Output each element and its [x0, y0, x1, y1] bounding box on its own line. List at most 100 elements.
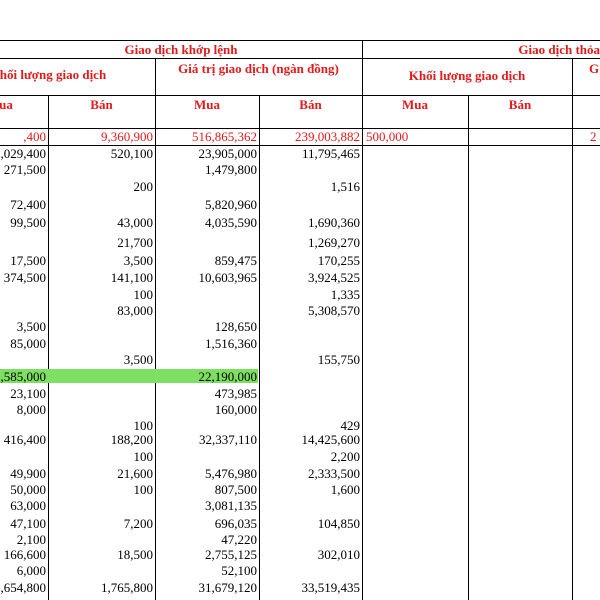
table-cell: 63,000 — [10, 498, 46, 513]
table-cell: 1,765,800 — [101, 580, 153, 595]
table-cell: 429 — [340, 418, 361, 433]
table-cell: 1,690,360 — [308, 215, 360, 230]
table-cell: 3,500 — [123, 253, 153, 268]
table-cell: 18,500 — [117, 547, 153, 562]
spreadsheet: Giao dịch khớp lệnh Giao dịch thỏa t hối… — [0, 0, 600, 600]
table-cell: 33,519,435 — [301, 580, 361, 595]
table-cell: 859,475 — [214, 253, 257, 268]
table-cell: 1,335 — [330, 287, 360, 302]
table-cell: 23,905,000 — [198, 146, 258, 161]
header-sell-value: Bán — [299, 97, 322, 112]
table-cell: 166,600 — [3, 547, 46, 562]
table-cell: 72,400 — [10, 197, 46, 212]
header-sell-volume-agreed: Bán — [508, 97, 532, 112]
table-cell: 302,010 — [317, 547, 360, 562]
table-cell: 3,081,135 — [205, 498, 257, 513]
table-cell: 3,924,525 — [308, 270, 360, 285]
table-cell: 23,100 — [10, 386, 46, 401]
grid-line — [468, 95, 469, 600]
totals-cell: 9,360,900 — [101, 129, 153, 144]
header-buy-volume: ua — [0, 97, 13, 112]
table-cell: 141,100 — [110, 270, 153, 285]
header-value-agreed: G — [589, 61, 600, 76]
table-cell: 32,337,110 — [198, 432, 257, 447]
table-cell: ,585,000 — [0, 369, 47, 384]
table-cell: 11,795,465 — [301, 146, 360, 161]
table-cell: 7,200 — [123, 516, 153, 531]
table-cell: 14,425,600 — [301, 432, 361, 447]
table-cell: 50,000 — [10, 482, 46, 497]
table-cell: 100 — [133, 482, 154, 497]
table-cell: 5,308,570 — [308, 303, 360, 318]
table-cell: 170,255 — [317, 253, 360, 268]
table-cell: 4,035,590 — [205, 215, 257, 230]
grid-line — [0, 58, 600, 59]
table-cell: 17,500 — [10, 253, 46, 268]
table-cell: 1,269,270 — [308, 235, 360, 250]
table-cell: 200 — [133, 179, 154, 194]
group-header-matched: Giao dịch khớp lệnh — [124, 42, 238, 57]
table-cell: 2,100 — [16, 532, 46, 547]
table-cell: 5,476,980 — [205, 466, 257, 481]
table-cell: 21,700 — [117, 235, 153, 250]
table-cell: 6,000 — [16, 563, 46, 578]
table-cell: 2,755,125 — [205, 547, 257, 562]
grid-line — [572, 58, 573, 600]
table-cell: 271,500 — [3, 162, 46, 177]
totals-cell: 500,000 — [366, 129, 409, 144]
table-cell: 52,100 — [221, 563, 257, 578]
header-buy-volume-agreed: Mua — [402, 97, 428, 112]
table-cell: 85,000 — [10, 336, 46, 351]
table-cell: 47,220 — [221, 532, 257, 547]
table-cell: 83,000 — [117, 303, 153, 318]
table-cell: ,654,800 — [0, 580, 47, 595]
table-cell: 1,516 — [330, 179, 360, 194]
table-cell: 31,679,120 — [198, 580, 258, 595]
header-volume: hối lượng giao dịch — [0, 67, 107, 82]
grid-line — [48, 95, 49, 600]
table-cell: ,029,400 — [0, 146, 47, 161]
grid-line — [259, 95, 260, 600]
table-cell: 104,850 — [317, 516, 360, 531]
group-header-agreed: Giao dịch thỏa t — [518, 42, 600, 57]
table-cell: 47,100 — [10, 516, 46, 531]
header-value: Giá trị giao dịch (ngàn đồng) — [178, 61, 339, 76]
grid-line — [0, 95, 600, 96]
table-cell: 99,500 — [10, 215, 46, 230]
table-cell: 155,750 — [317, 352, 360, 367]
table-cell: 3,500 — [123, 352, 153, 367]
grid-line — [155, 58, 156, 600]
table-cell: 520,100 — [110, 146, 153, 161]
table-cell: 1,516,360 — [205, 336, 257, 351]
totals-cell: 239,003,882 — [295, 129, 360, 144]
table-cell: 5,820,960 — [205, 197, 257, 212]
table-cell: 2,333,500 — [308, 466, 360, 481]
table-cell: 188,200 — [110, 432, 153, 447]
table-cell: 1,600 — [330, 482, 360, 497]
table-cell: 3,500 — [16, 319, 46, 334]
table-cell: 8,000 — [16, 402, 46, 417]
totals-cell: ,400 — [23, 129, 46, 144]
table-cell: 128,650 — [214, 319, 257, 334]
grid-line — [362, 40, 363, 600]
table-cell: 807,500 — [214, 482, 257, 497]
table-cell: 43,000 — [117, 215, 153, 230]
table-cell: 1,479,800 — [205, 162, 257, 177]
table-cell: 10,603,965 — [198, 270, 258, 285]
header-buy-value: Mua — [194, 97, 220, 112]
table-cell: 416,400 — [3, 432, 46, 447]
totals-cell: 2 — [590, 129, 597, 144]
table-cell: 100 — [133, 287, 154, 302]
table-cell: 100 — [133, 418, 154, 433]
totals-cell: 516,865,362 — [192, 129, 257, 144]
table-cell: 21,600 — [117, 466, 153, 481]
header-volume-agreed: Khối lượng giao dịch — [408, 68, 526, 83]
table-cell: 22,190,000 — [198, 369, 258, 384]
table-cell: 374,500 — [3, 270, 46, 285]
table-cell: 473,985 — [214, 386, 257, 401]
grid-line — [0, 40, 600, 41]
table-cell: 2,200 — [330, 449, 360, 464]
table-cell: 49,900 — [10, 466, 46, 481]
header-sell-volume: Bán — [90, 97, 113, 112]
table-cell: 696,035 — [214, 516, 257, 531]
